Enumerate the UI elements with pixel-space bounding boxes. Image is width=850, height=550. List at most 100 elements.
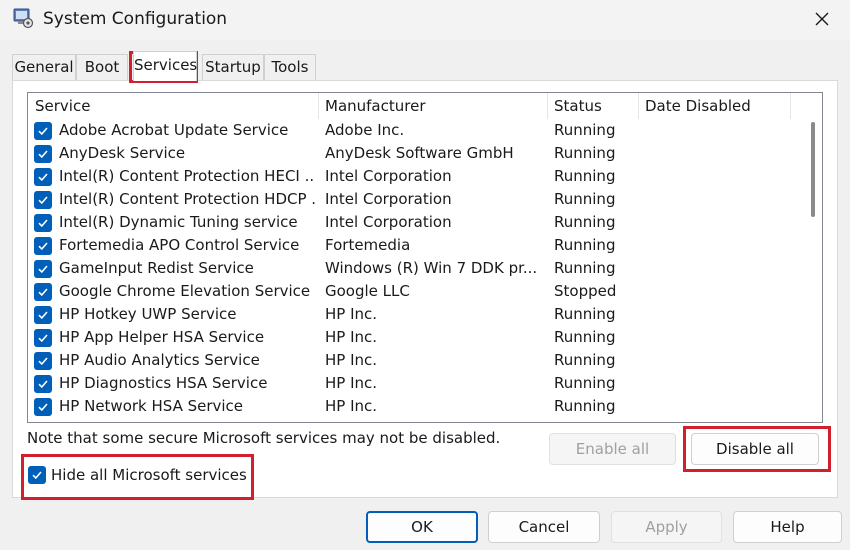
service-manufacturer: AnyDesk Software GmbH	[325, 144, 514, 162]
service-status: Running	[554, 259, 616, 277]
service-manufacturer: HP Inc.	[325, 397, 378, 415]
service-row[interactable]: HP App Helper HSA Service HP Inc. Running	[28, 326, 804, 349]
service-checkbox[interactable]	[34, 122, 52, 140]
service-date-disabled	[644, 349, 794, 372]
checkmark-icon	[38, 219, 48, 228]
service-checkbox[interactable]	[34, 145, 52, 163]
hide-microsoft-services-checkbox[interactable]: Hide all Microsoft services	[28, 464, 247, 486]
service-manufacturer: Adobe Inc.	[325, 121, 405, 139]
close-button[interactable]	[794, 0, 850, 38]
checkmark-icon	[38, 357, 48, 366]
column-header-date-disabled[interactable]: Date Disabled	[638, 93, 790, 119]
service-manufacturer: Google LLC	[325, 282, 410, 300]
service-name: HP App Helper HSA Service	[59, 328, 265, 346]
service-name: HP Diagnostics HSA Service	[59, 374, 268, 392]
column-header-service[interactable]: Service	[28, 93, 318, 119]
checkmark-icon	[38, 196, 48, 205]
service-checkbox[interactable]	[34, 168, 52, 186]
tab-tools[interactable]: Tools	[264, 54, 316, 81]
tab-general[interactable]: General	[12, 54, 76, 81]
service-manufacturer: HP Inc.	[325, 351, 378, 369]
checkmark-icon	[38, 403, 48, 412]
service-row[interactable]: Intel(R) Dynamic Tuning service Intel Cor…	[28, 211, 804, 234]
apply-button[interactable]: Apply	[611, 511, 722, 543]
checkmark-icon	[38, 150, 48, 159]
service-manufacturer: HP Inc.	[325, 328, 378, 346]
cancel-button[interactable]: Cancel	[488, 511, 600, 543]
title-bar: System Configuration	[0, 0, 850, 40]
service-name: GameInput Redist Service	[59, 259, 254, 277]
service-name: Intel(R) Content Protection HDCP ...	[59, 190, 315, 208]
ok-button[interactable]: OK	[366, 511, 478, 543]
service-date-disabled	[644, 211, 794, 234]
checkmark-icon	[38, 127, 48, 136]
service-row[interactable]: Google Chrome Elevation Service ... Googl…	[28, 280, 804, 303]
help-button[interactable]: Help	[733, 511, 842, 543]
service-checkbox[interactable]	[34, 329, 52, 347]
service-row[interactable]: Intel(R) Content Protection HDCP ... Inte…	[28, 188, 804, 211]
service-date-disabled	[644, 395, 794, 418]
service-checkbox[interactable]	[34, 191, 52, 209]
service-name: HP Hotkey UWP Service	[59, 305, 237, 323]
service-checkbox[interactable]	[34, 283, 52, 301]
service-row[interactable]: HP Diagnostics HSA Service HP Inc. Running	[28, 372, 804, 395]
service-manufacturer: Windows (R) Win 7 DDK pr...	[325, 259, 538, 277]
service-name: AnyDesk Service	[59, 144, 186, 162]
checkmark-icon	[38, 380, 48, 389]
service-row[interactable]: GameInput Redist Service Windows (R) Win …	[28, 257, 804, 280]
service-date-disabled	[644, 372, 794, 395]
service-row[interactable]: AnyDesk Service AnyDesk Software GmbH Runn…	[28, 142, 804, 165]
service-date-disabled	[644, 165, 794, 188]
service-status: Running	[554, 374, 616, 392]
service-row[interactable]: HP Audio Analytics Service HP Inc. Running	[28, 349, 804, 372]
checkmark-icon	[38, 173, 48, 182]
service-status: Running	[554, 236, 616, 254]
service-name: Intel(R) Dynamic Tuning service	[59, 213, 298, 231]
service-date-disabled	[644, 234, 794, 257]
service-status: Running	[554, 213, 616, 231]
secure-services-note: Note that some secure Microsoft services…	[27, 429, 501, 447]
column-header-status[interactable]: Status	[547, 93, 638, 119]
tab-boot[interactable]: Boot	[76, 54, 128, 81]
service-checkbox[interactable]	[34, 260, 52, 278]
service-manufacturer: Intel Corporation	[325, 167, 452, 185]
service-checkbox[interactable]	[34, 375, 52, 393]
checkmark-icon	[32, 471, 42, 480]
service-row[interactable]: HP Hotkey UWP Service HP Inc. Running	[28, 303, 804, 326]
disable-all-button[interactable]: Disable all	[691, 433, 819, 465]
service-row[interactable]: HP Network HSA Service HP Inc. Running	[28, 395, 804, 418]
service-checkbox[interactable]	[34, 306, 52, 324]
service-name: Fortemedia APO Control Service	[59, 236, 300, 254]
service-row[interactable]: Intel(R) Content Protection HECI ... Inte…	[28, 165, 804, 188]
checkbox[interactable]	[28, 466, 46, 484]
column-divider[interactable]	[790, 93, 791, 119]
service-date-disabled	[644, 326, 794, 349]
enable-all-button[interactable]: Enable all	[549, 433, 676, 465]
tab-startup[interactable]: Startup	[202, 54, 264, 81]
service-status: Running	[554, 190, 616, 208]
checkmark-icon	[38, 311, 48, 320]
service-rows: Adobe Acrobat Update Service Adobe Inc. Ru…	[28, 119, 804, 418]
tab-services[interactable]: Services	[133, 51, 197, 81]
services-list[interactable]: Service Manufacturer Status Date Disable…	[27, 92, 823, 423]
vertical-scrollbar[interactable]	[804, 119, 822, 422]
service-checkbox[interactable]	[34, 398, 52, 416]
column-header-manufacturer[interactable]: Manufacturer	[318, 93, 547, 119]
service-row[interactable]: Adobe Acrobat Update Service Adobe Inc. Ru…	[28, 119, 804, 142]
service-checkbox[interactable]	[34, 214, 52, 232]
checkmark-icon	[38, 334, 48, 343]
service-status: Running	[554, 328, 616, 346]
scrollbar-thumb[interactable]	[811, 122, 815, 217]
service-row[interactable]: Fortemedia APO Control Service Fortemedia…	[28, 234, 804, 257]
checkmark-icon	[38, 265, 48, 274]
service-checkbox[interactable]	[34, 237, 52, 255]
service-checkbox[interactable]	[34, 352, 52, 370]
msconfig-icon	[13, 8, 34, 29]
service-date-disabled	[644, 142, 794, 165]
close-icon	[815, 12, 829, 26]
checkmark-icon	[38, 288, 48, 297]
service-manufacturer: Intel Corporation	[325, 190, 452, 208]
service-date-disabled	[644, 303, 794, 326]
service-status: Stopped	[554, 282, 617, 300]
service-manufacturer: HP Inc.	[325, 305, 378, 323]
